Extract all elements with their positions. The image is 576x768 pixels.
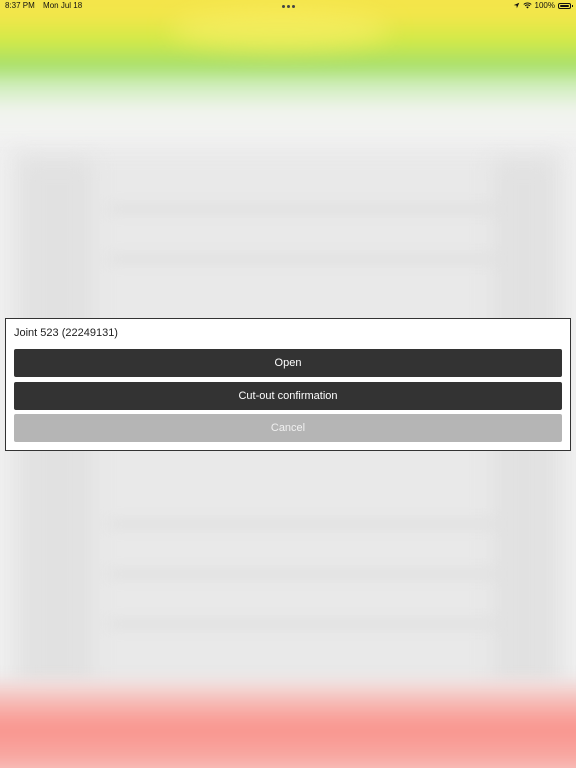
dialog-title: Joint 523 (22249131)	[14, 327, 118, 339]
status-bar: 8:37 PM Mon Jul 18 100%	[0, 0, 576, 12]
location-arrow-icon	[513, 2, 519, 9]
open-button[interactable]: Open	[14, 349, 562, 377]
footer-band-blurred	[0, 678, 576, 768]
multitasking-dots-icon[interactable]	[282, 5, 295, 8]
content-row-blurred	[110, 255, 496, 263]
status-time: 8:37 PM	[5, 1, 35, 10]
status-date: Mon Jul 18	[43, 1, 83, 10]
cutout-confirmation-button[interactable]: Cut-out confirmation	[14, 382, 562, 410]
content-row-blurred	[110, 205, 496, 213]
status-indicators: 100%	[513, 1, 573, 10]
content-row-blurred	[110, 570, 496, 578]
battery-percent: 100%	[534, 1, 555, 10]
wifi-icon	[522, 2, 532, 9]
battery-icon	[558, 2, 573, 9]
cancel-button[interactable]: Cancel	[14, 414, 562, 442]
content-row-blurred	[110, 620, 496, 628]
status-clock: 8:37 PM Mon Jul 18	[5, 1, 82, 10]
joint-action-dialog: Joint 523 (22249131) Open Cut-out confir…	[5, 318, 571, 451]
battery-level	[560, 4, 569, 7]
content-row-blurred	[110, 520, 496, 528]
header-sheen-blurred	[170, 10, 390, 50]
